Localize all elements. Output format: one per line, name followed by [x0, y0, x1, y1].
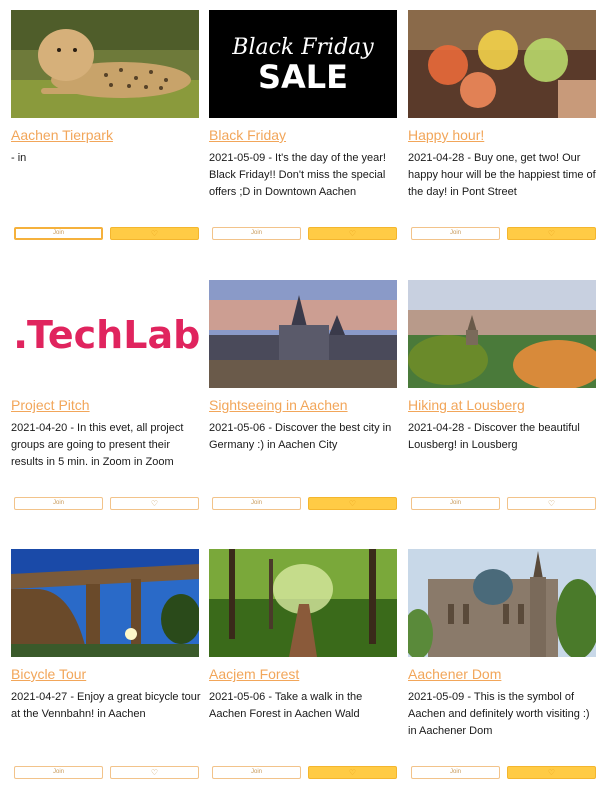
event-card: . TechLab Project Pitch 2021-04-20 - In … — [11, 280, 199, 520]
event-description: - in — [11, 152, 27, 164]
favorite-button[interactable]: ♡ — [110, 497, 199, 510]
image-script-text: Black Friday — [231, 35, 374, 60]
event-description: 2021-05-09 - This is the symbol of Aache… — [408, 691, 590, 737]
heart-icon: ♡ — [150, 768, 159, 777]
event-card: Happy hour! 2021-04-28 - Buy one, get tw… — [408, 10, 596, 250]
event-card: Aacjem Forest 2021-05-06 - Take a walk i… — [209, 549, 397, 789]
heart-icon: ♡ — [547, 499, 556, 508]
event-title[interactable]: Black Friday — [209, 127, 286, 143]
heart-icon: ♡ — [150, 229, 159, 238]
event-title[interactable]: Project Pitch — [11, 397, 90, 413]
event-card: Sightseeing in Aachen 2021-05-06 - Disco… — [209, 280, 397, 520]
join-button[interactable]: Join — [212, 227, 301, 240]
event-title[interactable]: Hiking at Lousberg — [408, 397, 525, 413]
favorite-button[interactable]: ♡ — [110, 766, 199, 779]
event-description: 2021-04-28 - Discover the beautiful Lous… — [408, 422, 580, 451]
event-image-cocktails — [408, 10, 596, 118]
join-button[interactable]: Join — [212, 766, 301, 779]
heart-icon: ♡ — [547, 229, 556, 238]
event-image-lousberg — [408, 280, 596, 388]
favorite-button[interactable]: ♡ — [507, 227, 596, 240]
image-prefix-text: . — [13, 312, 28, 358]
favorite-button[interactable]: ♡ — [308, 766, 397, 779]
heart-icon: ♡ — [348, 768, 357, 777]
join-button[interactable]: Join — [411, 497, 500, 510]
event-card: Aachener Dom 2021-05-09 - This is the sy… — [408, 549, 596, 789]
event-image-cheetah — [11, 10, 199, 118]
event-title[interactable]: Sightseeing in Aachen — [209, 397, 348, 413]
event-title[interactable]: Bicycle Tour — [11, 666, 86, 682]
event-title[interactable]: Aachener Dom — [408, 666, 501, 682]
heart-icon: ♡ — [547, 768, 556, 777]
event-image-viaduct — [11, 549, 199, 657]
event-title[interactable]: Aacjem Forest — [209, 666, 299, 682]
event-image-aachen-city — [209, 280, 397, 388]
event-description: 2021-05-09 - It's the day of the year! B… — [209, 152, 386, 198]
image-bold-text: SALE — [258, 58, 348, 96]
favorite-button[interactable]: ♡ — [507, 497, 596, 510]
event-card: Bicycle Tour 2021-04-27 - Enjoy a great … — [11, 549, 201, 789]
heart-icon: ♡ — [150, 499, 159, 508]
event-image-techlab: . TechLab — [11, 280, 199, 388]
join-button[interactable]: Join — [14, 766, 103, 779]
heart-icon: ♡ — [348, 229, 357, 238]
join-button[interactable]: Join — [212, 497, 301, 510]
join-button[interactable]: Join — [411, 766, 500, 779]
image-logo-text: TechLab — [27, 313, 199, 357]
favorite-button[interactable]: ♡ — [308, 227, 397, 240]
heart-icon: ♡ — [348, 499, 357, 508]
event-title[interactable]: Aachen Tierpark — [11, 127, 113, 143]
join-button[interactable]: Join — [411, 227, 500, 240]
favorite-button[interactable]: ♡ — [110, 227, 199, 240]
event-card: Hiking at Lousberg 2021-04-28 - Discover… — [408, 280, 596, 520]
event-image-cathedral — [408, 549, 596, 657]
event-title[interactable]: Happy hour! — [408, 127, 484, 143]
favorite-button[interactable]: ♡ — [308, 497, 397, 510]
event-description: 2021-04-27 - Enjoy a great bicycle tour … — [11, 691, 201, 720]
event-description: 2021-04-28 - Buy one, get two! Our happy… — [408, 152, 596, 198]
event-description: 2021-05-06 - Take a walk in the Aachen F… — [209, 691, 363, 720]
event-grid: Aachen Tierpark - in Join ♡ Black Friday… — [0, 0, 613, 790]
join-button[interactable]: Join — [14, 497, 103, 510]
event-image-black-friday: Black Friday SALE — [209, 10, 397, 118]
join-button[interactable]: Join — [14, 227, 103, 240]
event-description: 2021-05-06 - Discover the best city in G… — [209, 422, 392, 451]
event-card: Aachen Tierpark - in Join ♡ — [11, 10, 199, 250]
event-image-forest — [209, 549, 397, 657]
event-description: 2021-04-20 - In this evet, all project g… — [11, 422, 184, 468]
favorite-button[interactable]: ♡ — [507, 766, 596, 779]
event-card: Black Friday SALE Black Friday 2021-05-0… — [209, 10, 397, 250]
